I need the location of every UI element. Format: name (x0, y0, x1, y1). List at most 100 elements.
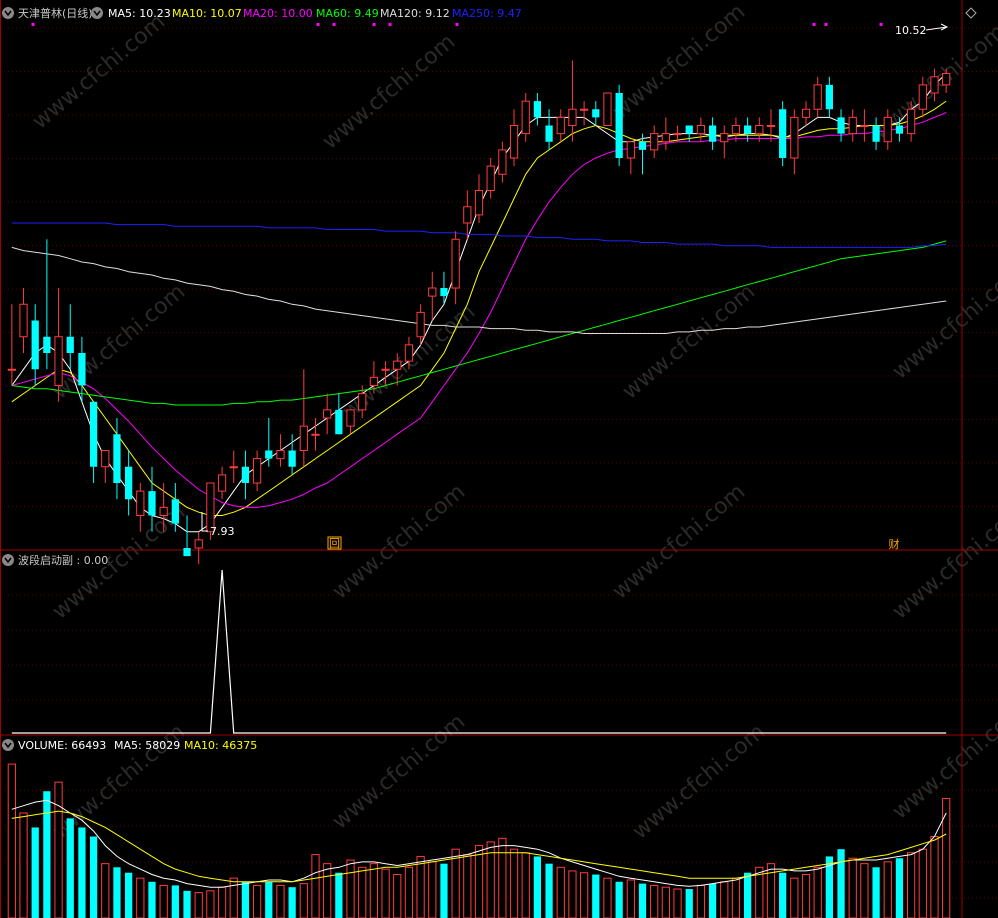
expand-diamond-icon[interactable] (965, 7, 977, 19)
volume-bar-down (837, 849, 845, 918)
volume-bar-up (556, 866, 565, 918)
watermark-text: www.cfchi.com (618, 279, 760, 404)
candle-body-up (556, 116, 565, 135)
watermark-text: www.cfchi.com (608, 0, 750, 125)
candle-body-down (183, 548, 191, 557)
volume-bar-up (860, 863, 869, 918)
volume-bar-down (148, 881, 156, 918)
volume-bar-up (463, 854, 472, 918)
volume-bar-up (229, 877, 238, 918)
volume-series[interactable] (7, 763, 951, 918)
ma-legend: MA5: 10.23 MA10: 10.07 MA20: 10.00 MA60:… (108, 7, 522, 20)
volume-bar-down (872, 867, 880, 918)
volume-bar-down (288, 887, 296, 918)
volume-bar-up (930, 836, 939, 918)
settings-icon[interactable] (91, 7, 103, 19)
watermark-text: www.cfchi.com (888, 499, 998, 624)
candle-body-up (918, 84, 927, 110)
candle-body-up (159, 506, 168, 516)
volume-bar-down (113, 867, 121, 918)
volume-ma5-value: 58029 (145, 739, 180, 752)
candle-body-up (101, 450, 110, 468)
watermark-text: www.cfchi.com (328, 479, 470, 604)
volume-bar-down (545, 863, 553, 918)
finance-marker[interactable]: 财 (889, 537, 900, 551)
volume-bar-up (813, 866, 822, 918)
candle-body-up (860, 125, 869, 127)
stock-chart[interactable]: www.cfchi.com www.cfchi.com www.cfchi.com w… (0, 0, 998, 918)
volume-bar-down (31, 827, 39, 918)
volume-bar-up (661, 886, 670, 918)
candle-body-down (779, 109, 787, 158)
candle-body-down (825, 84, 833, 110)
signal-dot (316, 23, 320, 26)
ma20-value: 10.00 (281, 7, 313, 20)
volume-bar-up (731, 877, 741, 918)
candle-body-up (673, 133, 682, 136)
candle-body-down (66, 336, 74, 353)
candle-body-down (837, 117, 845, 134)
volume-bar-up (217, 886, 227, 918)
signal-dot (879, 23, 883, 26)
volume-bar-up (474, 845, 484, 918)
volume-bar-up (451, 848, 460, 918)
volume-bar-up (404, 866, 414, 918)
chevron-down-icon[interactable] (2, 7, 14, 19)
ma10-value: 10.07 (210, 7, 242, 20)
candle-body-down (685, 125, 693, 134)
volume-bar-down (43, 791, 51, 918)
volume-bar-down (743, 872, 752, 918)
candlestick-series[interactable] (7, 23, 951, 565)
signal-dot (372, 23, 376, 26)
candle-body-down (895, 125, 904, 134)
volume-bar-down (895, 858, 904, 918)
volume-bar-up (393, 874, 402, 918)
candle-body-up (942, 73, 951, 86)
volume-bar-up (136, 877, 145, 918)
ma20-name: MA20 (243, 7, 274, 20)
candle-body-up (626, 141, 635, 159)
candle-body-down (545, 125, 553, 142)
volume-bar-down (638, 883, 647, 918)
volume-bar-down (685, 889, 693, 918)
candle-body-up (54, 336, 63, 386)
signal-dot (388, 23, 392, 26)
volume-bar-up (509, 848, 519, 918)
volume-menu-icon[interactable] (2, 739, 14, 751)
candle-body-up (416, 311, 425, 338)
candle-body-up (428, 287, 437, 297)
candle-body-down (31, 320, 39, 370)
stock-title: 天津普林(日线) (18, 6, 93, 20)
candle-body-down (743, 125, 752, 134)
candle-body-up (848, 116, 857, 135)
indicator-value: 0.00 (84, 554, 109, 567)
indicator-menu-icon[interactable] (2, 554, 14, 566)
volume-ma5-name: MA5 (114, 739, 138, 752)
candle-body-down (78, 353, 86, 386)
candle-body-down (708, 125, 717, 142)
high-price-label: 10.52 (895, 24, 927, 37)
return-marker[interactable]: 回 (329, 537, 340, 550)
volume-value: 66493 (71, 739, 106, 752)
candle-body-up (498, 149, 507, 175)
volume-bar-down (779, 872, 787, 918)
volume-bar-up (626, 879, 635, 918)
indicator-line (11, 569, 947, 734)
volume-bar-up (603, 877, 612, 918)
candle-body-up (252, 458, 262, 484)
line-ma250 (11, 222, 947, 248)
candle-body-down (148, 491, 156, 516)
candle-body-up (358, 393, 367, 411)
volume-bar-down (265, 881, 273, 918)
volume-bar-up (942, 797, 951, 918)
candle-body-up (474, 190, 484, 216)
volume-bar-up (650, 884, 659, 918)
candle-body-up (393, 360, 402, 370)
volume-bar-down (66, 818, 74, 918)
signal-dot (455, 23, 459, 26)
candle-body-up (696, 125, 706, 135)
volume-bar-up (159, 884, 168, 918)
signal-dot (332, 23, 336, 26)
candle-body-up (883, 116, 892, 143)
volume-bar-up (194, 892, 203, 918)
